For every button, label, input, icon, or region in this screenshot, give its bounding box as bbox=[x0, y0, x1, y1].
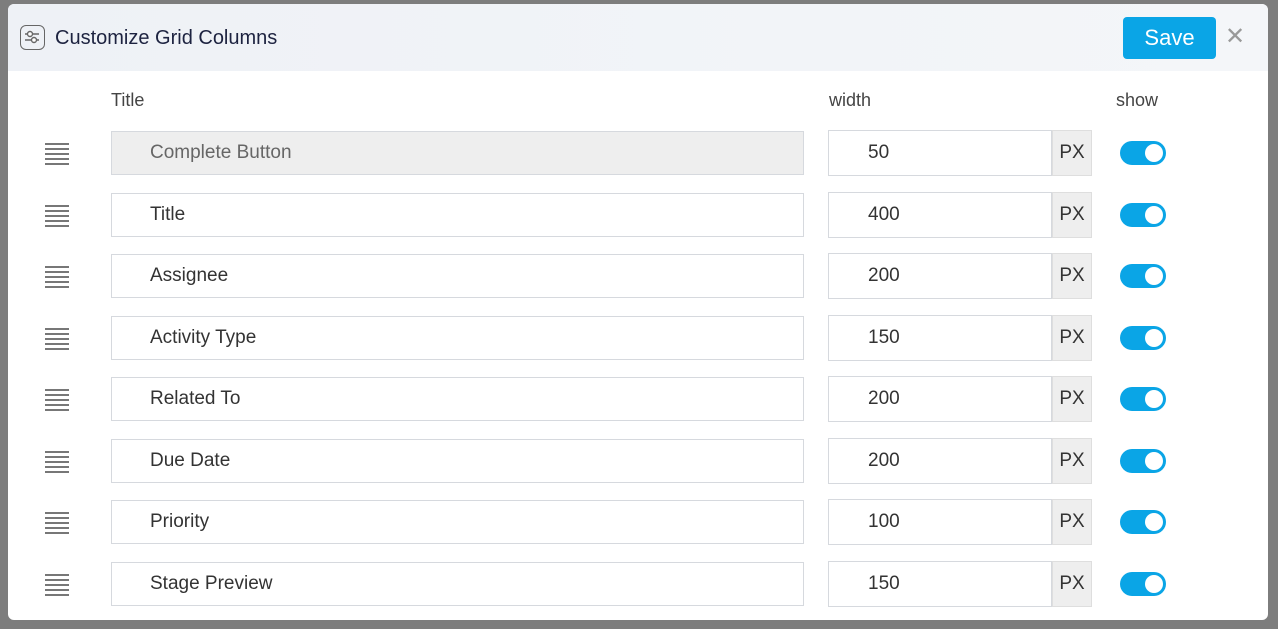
column-row: Assignee 200 PX bbox=[8, 253, 1268, 300]
px-unit-label: PX bbox=[1052, 560, 1092, 607]
column-width-input[interactable]: 400 bbox=[828, 191, 1052, 238]
column-header-width: width bbox=[829, 90, 872, 110]
column-width-input[interactable]: 150 bbox=[828, 314, 1052, 361]
show-toggle[interactable] bbox=[1120, 202, 1166, 227]
dialog-header: Customize Grid Columns Save ✕ bbox=[8, 4, 1268, 71]
column-width-input[interactable]: 200 bbox=[828, 376, 1052, 422]
customize-grid-columns-dialog: Customize Grid Columns Save ✕ Title widt… bbox=[8, 4, 1268, 620]
column-row: Title 400 PX bbox=[8, 191, 1268, 239]
drag-handle-icon[interactable] bbox=[45, 204, 69, 230]
column-row: Related To 200 PX bbox=[8, 376, 1268, 423]
drag-handle-icon[interactable] bbox=[45, 389, 69, 414]
column-row: Complete Button 50 PX bbox=[8, 130, 1268, 177]
px-unit-label: PX bbox=[1052, 376, 1092, 422]
column-title-input[interactable]: Priority bbox=[111, 500, 804, 544]
px-unit-label: PX bbox=[1052, 499, 1092, 545]
drag-handle-icon[interactable] bbox=[45, 143, 69, 168]
drag-handle-icon[interactable] bbox=[45, 450, 69, 476]
px-unit-label: PX bbox=[1052, 253, 1092, 299]
column-width-input[interactable]: 50 bbox=[828, 130, 1052, 176]
show-toggle[interactable] bbox=[1120, 264, 1166, 288]
column-row: Activity Type 150 PX bbox=[8, 314, 1268, 362]
show-toggle[interactable] bbox=[1120, 325, 1166, 350]
toggle-knob bbox=[1145, 267, 1163, 285]
toggle-knob bbox=[1145, 390, 1163, 408]
column-row: Priority 100 PX bbox=[8, 499, 1268, 546]
column-title-input[interactable]: Assignee bbox=[111, 254, 804, 298]
toggle-knob bbox=[1145, 513, 1163, 531]
toggle-knob bbox=[1145, 144, 1163, 162]
px-unit-label: PX bbox=[1052, 130, 1092, 176]
column-width-input[interactable]: 150 bbox=[828, 560, 1052, 607]
toggle-knob bbox=[1145, 451, 1163, 470]
column-row: Due Date 200 PX bbox=[8, 437, 1268, 485]
px-unit-label: PX bbox=[1052, 314, 1092, 361]
column-title-input[interactable]: Stage Preview bbox=[111, 561, 804, 606]
toggle-knob bbox=[1145, 574, 1163, 593]
toggle-knob bbox=[1145, 328, 1163, 347]
show-toggle[interactable] bbox=[1120, 141, 1166, 165]
column-width-input[interactable]: 100 bbox=[828, 499, 1052, 545]
drag-handle-icon[interactable] bbox=[45, 573, 69, 599]
show-toggle[interactable] bbox=[1120, 571, 1166, 596]
dialog-title: Customize Grid Columns bbox=[55, 27, 278, 49]
column-title-input[interactable]: Related To bbox=[111, 377, 804, 421]
drag-handle-icon[interactable] bbox=[45, 512, 69, 537]
column-header-show: show bbox=[1116, 90, 1159, 110]
column-header-title: Title bbox=[111, 90, 145, 110]
show-toggle[interactable] bbox=[1120, 510, 1166, 534]
column-row: Stage Preview 150 PX bbox=[8, 560, 1268, 608]
column-width-input[interactable]: 200 bbox=[828, 437, 1052, 484]
show-toggle[interactable] bbox=[1120, 387, 1166, 411]
close-icon[interactable]: ✕ bbox=[1225, 22, 1245, 51]
show-toggle[interactable] bbox=[1120, 448, 1166, 473]
column-title-input[interactable]: Title bbox=[111, 192, 804, 237]
column-title-input: Complete Button bbox=[111, 131, 804, 175]
drag-handle-icon[interactable] bbox=[45, 327, 69, 353]
column-width-input[interactable]: 200 bbox=[828, 253, 1052, 299]
column-title-input[interactable]: Activity Type bbox=[111, 315, 804, 360]
save-button[interactable]: Save bbox=[1123, 17, 1216, 59]
toggle-knob bbox=[1145, 205, 1163, 224]
column-title-input[interactable]: Due Date bbox=[111, 438, 804, 483]
px-unit-label: PX bbox=[1052, 437, 1092, 484]
sliders-icon bbox=[20, 25, 45, 50]
px-unit-label: PX bbox=[1052, 191, 1092, 238]
drag-handle-icon[interactable] bbox=[45, 266, 69, 291]
